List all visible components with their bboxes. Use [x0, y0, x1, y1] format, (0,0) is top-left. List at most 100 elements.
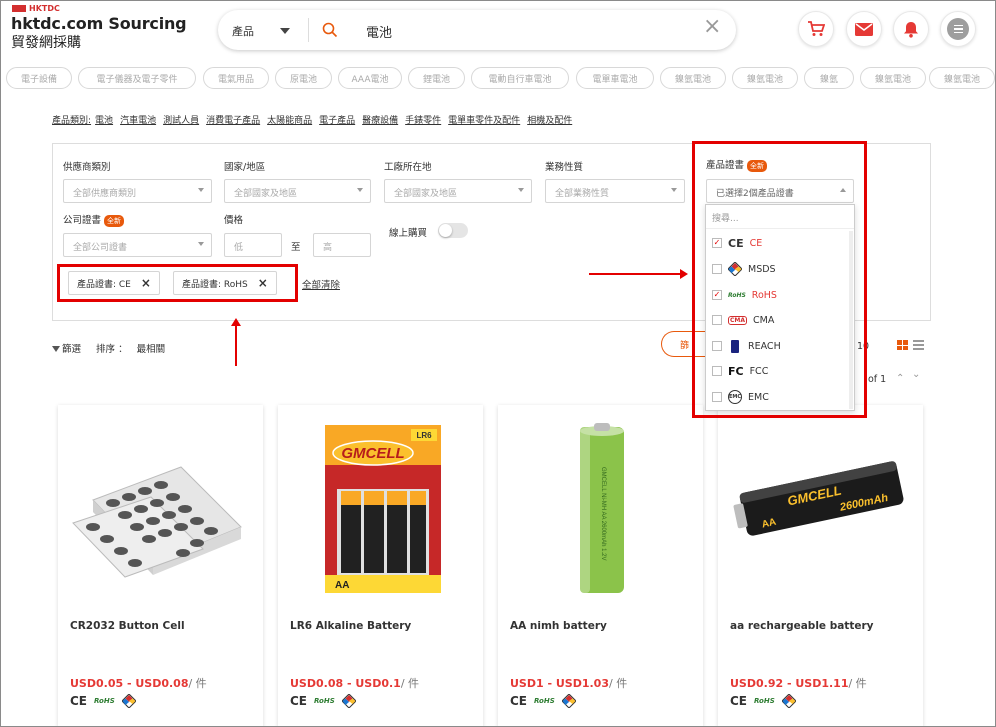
chevron-down-icon[interactable]: ⌄ [912, 369, 920, 380]
product-cert-select[interactable]: 已選擇2個產品證書 [706, 179, 854, 203]
menu-button[interactable] [940, 11, 976, 47]
price-min-input[interactable]: 低 [224, 233, 282, 257]
country-select[interactable]: 全部國家及地區 [224, 179, 371, 203]
category-link[interactable]: 太陽能商品 [267, 116, 312, 126]
product-name[interactable]: CR2032 Button Cell [70, 620, 185, 632]
scrollbar[interactable] [849, 231, 853, 409]
checkbox-checked[interactable]: ✓ [712, 290, 722, 300]
related-search-chip[interactable]: 鎳氫電池 [860, 67, 926, 89]
mail-button[interactable] [846, 11, 882, 47]
chevron-up-icon[interactable]: ⌃ [896, 373, 904, 384]
price-value: USD1 - USD1.03 [510, 677, 609, 690]
category-link[interactable]: 測試人員 [163, 116, 199, 126]
results-per-page[interactable]: 10 [857, 341, 869, 352]
related-search-chip[interactable]: 鎳氫電池 [660, 67, 726, 89]
category-link[interactable]: 醫療設備 [362, 116, 398, 126]
category-link[interactable]: 汽車電池 [120, 116, 156, 126]
related-search-chip[interactable]: 鋰電池 [408, 67, 465, 89]
company-cert-select[interactable]: 全部公司證書 [63, 233, 212, 257]
category-link[interactable]: 手錶零件 [405, 116, 441, 126]
supplier-type-value: 全部供應商類別 [73, 189, 137, 199]
category-link[interactable]: 電單車零件及配件 [448, 116, 520, 126]
cert-option-ce[interactable]: ✓ CE CE [712, 235, 762, 251]
related-search-chip[interactable]: 鎳氫電池 [732, 67, 798, 89]
product-card[interactable]: GMCELL Ni-MH AA 2600mAh 1.2V AA nimh bat… [498, 405, 703, 727]
product-card[interactable]: LR6 GMCELL AA LR6 Alkaline Battery USD0.… [278, 405, 483, 727]
related-search-chip[interactable]: 電子儀器及電子零件 [78, 67, 196, 89]
checkbox-checked[interactable]: ✓ [712, 238, 722, 248]
related-search-chip[interactable]: 鎳氫電池 [929, 67, 995, 89]
filter-tag-label: 產品證書: RoHS [182, 279, 248, 290]
svg-text:GMCELL Ni-MH AA 2600mAh 1.2V: GMCELL Ni-MH AA 2600mAh 1.2V [600, 467, 606, 560]
annotation-arrow [235, 323, 237, 366]
sort-bar: 篩選 排序 ： 最相關 [52, 341, 165, 355]
checkbox[interactable] [712, 264, 722, 274]
rohs-icon: RoHS [314, 697, 335, 705]
related-search-chip[interactable]: 原電池 [275, 67, 332, 89]
checkbox[interactable] [712, 366, 722, 376]
cert-option-fcc[interactable]: FC FCC [712, 363, 768, 379]
category-label: 產品類別: [52, 116, 92, 126]
close-icon[interactable]: × [703, 16, 721, 38]
company-cert-label-text: 公司證書 [63, 215, 102, 226]
product-card[interactable]: CR2032 Button Cell USD0.05 - USD0.08/ 件 … [58, 405, 263, 727]
filter-icon[interactable] [52, 346, 60, 352]
category-link[interactable]: 相機及配件 [527, 116, 572, 126]
related-search-chip[interactable]: 電子設備 [6, 67, 72, 89]
option-label: FCC [749, 365, 769, 377]
cart-button[interactable] [798, 11, 834, 47]
filter-toggle[interactable]: 篩選 [62, 344, 81, 355]
checkbox[interactable] [712, 315, 722, 325]
related-search-chip[interactable]: 電氣用品 [203, 67, 269, 89]
cert-option-cma[interactable]: CMA CMA [712, 312, 774, 328]
chevron-up-icon [840, 188, 846, 192]
related-search-chip[interactable]: 電動自行車電池 [471, 67, 569, 89]
related-search-chip[interactable]: AAA電池 [338, 67, 402, 89]
msds-icon [728, 262, 742, 276]
related-search-chip[interactable]: 電單車電池 [576, 67, 654, 89]
supplier-type-select[interactable]: 全部供應商類別 [63, 179, 212, 203]
related-search-chip[interactable]: 鎳氫 [804, 67, 854, 89]
hktdc-logo-mark[interactable]: HKTDC [12, 4, 60, 13]
category-link[interactable]: 消費電子產品 [206, 116, 260, 126]
sort-select[interactable]: 最相關 [137, 344, 166, 355]
option-label: RoHS [751, 289, 777, 301]
search-icon[interactable] [322, 22, 338, 38]
product-name[interactable]: aa rechargeable battery [730, 620, 874, 632]
logo-top-text: HKTDC [29, 4, 60, 13]
search-category-select[interactable]: 產品 [232, 23, 254, 39]
ce-icon: CE [730, 694, 748, 708]
online-purchase-toggle[interactable] [438, 223, 468, 238]
checkbox[interactable] [712, 392, 722, 402]
checkbox[interactable] [712, 341, 722, 351]
site-logo[interactable]: hktdc.com Sourcing [11, 14, 187, 33]
factory-location-select[interactable]: 全部國家及地區 [384, 179, 532, 203]
product-price: USD0.05 - USD0.08/ 件 [70, 675, 207, 691]
category-link[interactable]: 電子產品 [319, 116, 355, 126]
notification-button[interactable] [893, 11, 929, 47]
cert-option-msds[interactable]: MSDS [712, 261, 776, 277]
category-link[interactable]: 電池 [95, 116, 113, 126]
price-max-input[interactable]: 高 [313, 233, 371, 257]
product-name[interactable]: AA nimh battery [510, 620, 607, 632]
filter-pill-button[interactable]: 篩 [661, 331, 705, 357]
chevron-down-icon [198, 242, 204, 246]
product-name[interactable]: LR6 Alkaline Battery [290, 620, 411, 632]
product-cert-label: 產品證書 全新 [706, 157, 768, 172]
product-card[interactable]: GMCELL 2600mAh AA aa rechargeable batter… [718, 405, 923, 727]
cert-option-rohs[interactable]: ✓ RoHS RoHS [712, 287, 777, 303]
remove-filter-icon[interactable]: × [258, 276, 268, 290]
cert-option-reach[interactable]: REACH [712, 338, 781, 354]
remove-filter-icon[interactable]: × [141, 276, 151, 290]
clear-all-link[interactable]: 全部清除 [302, 277, 340, 291]
cert-option-emc[interactable]: EMC EMC [712, 389, 769, 405]
country-value: 全部國家及地區 [234, 189, 298, 199]
msds-icon [341, 694, 356, 708]
grid-view-icon[interactable] [897, 340, 908, 350]
list-view-icon[interactable] [913, 340, 924, 350]
dropdown-search-input[interactable]: 搜尋... [706, 205, 854, 229]
search-input[interactable]: 電池 [366, 22, 392, 41]
rohs-icon: RoHS [754, 697, 775, 705]
chevron-down-icon[interactable] [280, 28, 290, 34]
business-type-select[interactable]: 全部業務性質 [545, 179, 685, 203]
